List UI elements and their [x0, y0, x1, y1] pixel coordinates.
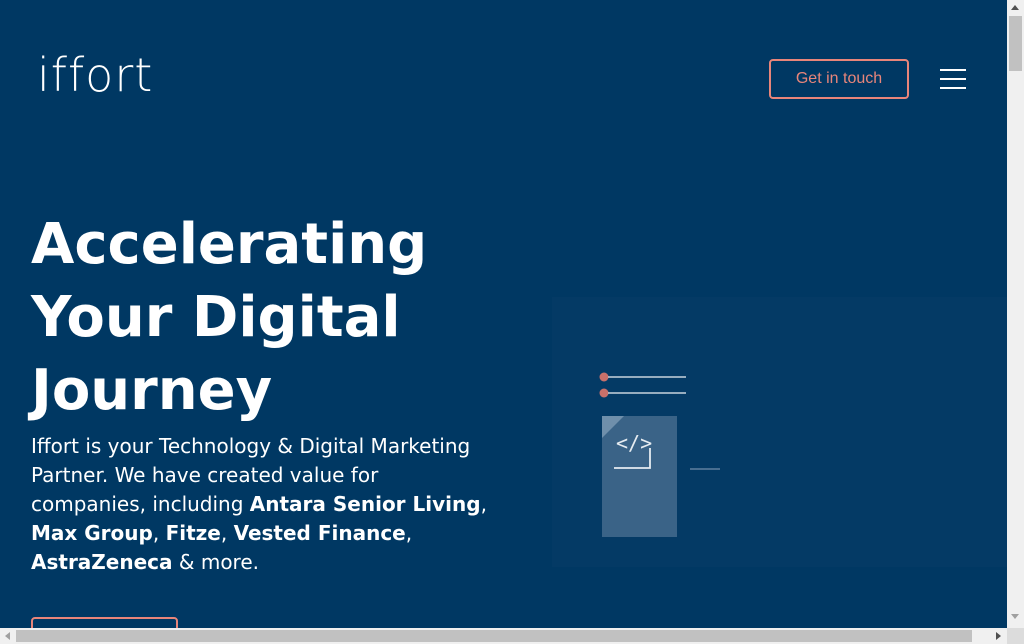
vertical-scroll-thumb[interactable] [1009, 16, 1022, 71]
scrollbar-corner [1007, 628, 1024, 644]
horizontal-scroll-thumb[interactable] [16, 630, 972, 642]
scroll-left-icon[interactable] [5, 632, 10, 640]
scroll-right-icon[interactable] [996, 632, 1001, 640]
scroll-up-icon[interactable] [1011, 5, 1019, 10]
scroll-down-icon[interactable] [1011, 614, 1019, 619]
code-glyph: </> [616, 431, 652, 455]
vertical-scrollbar[interactable] [1007, 0, 1024, 628]
horizontal-scrollbar[interactable] [0, 628, 1007, 644]
page: iffort Get in touch Accelerating Your Di… [0, 0, 1007, 628]
